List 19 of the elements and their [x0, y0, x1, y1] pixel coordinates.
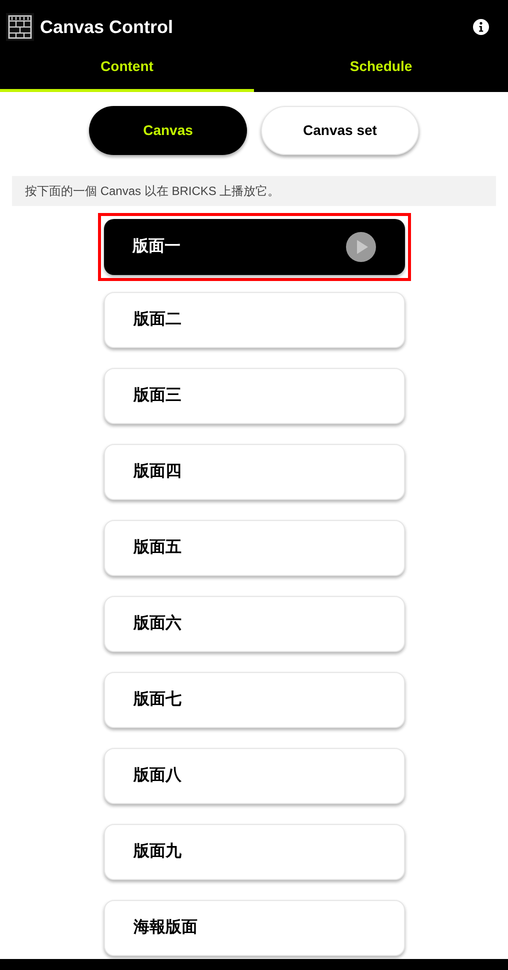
brick-wall-icon [6, 13, 34, 41]
canvas-item[interactable]: 海報版面 [104, 900, 404, 956]
tab[interactable]: Schedule [254, 46, 508, 92]
segment-button[interactable]: Canvas set [261, 106, 419, 155]
play-icon[interactable] [346, 232, 376, 262]
hint-banner: 按下面的一個 Canvas 以在 BRICKS 上播放它。 [12, 176, 496, 206]
canvas-item[interactable]: 版面三 [104, 368, 404, 424]
tab[interactable]: Content [0, 46, 254, 92]
segment-button[interactable]: Canvas [89, 106, 247, 155]
canvas-item[interactable]: 版面六 [104, 596, 404, 652]
canvas-item[interactable]: 版面二 [104, 292, 404, 348]
info-icon[interactable] [473, 19, 489, 35]
app-title: Canvas Control [40, 16, 174, 38]
canvas-item[interactable]: 版面四 [104, 444, 404, 500]
canvas-item[interactable]: 版面八 [104, 748, 404, 804]
canvas-item[interactable]: 版面九 [104, 824, 404, 880]
canvas-item[interactable]: 版面五 [104, 520, 404, 576]
canvas-item[interactable]: 版面七 [104, 672, 404, 728]
canvas-item[interactable]: 版面一 [104, 218, 404, 275]
